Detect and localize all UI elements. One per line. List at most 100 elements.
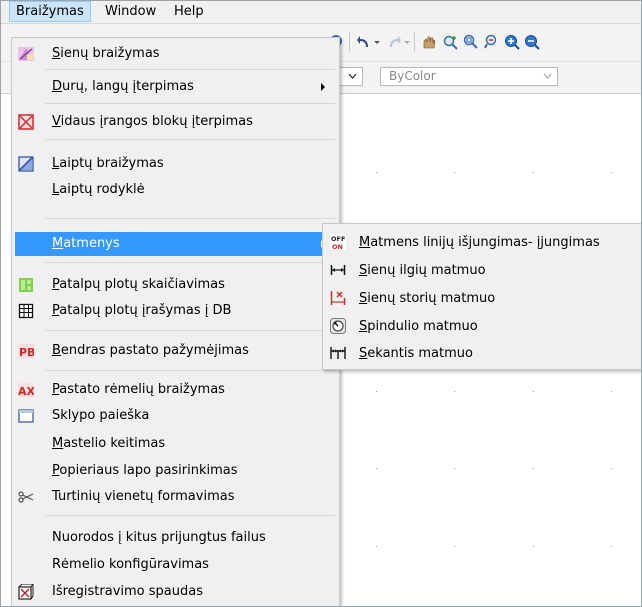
menu-item-remelio-konfiguravimas[interactable]: Rėmelio konfigūravimas [15,553,335,577]
menu-item-laiptu-braizymas[interactable]: Laiptų braižymas [15,152,335,176]
menu-window[interactable]: Window [99,1,162,22]
zoom-out-icon[interactable] [524,34,540,50]
menu-separator [45,139,335,140]
menu-braizymas[interactable]: Braižymas [9,1,91,22]
submenu-item-sienu-ilgiu-matmuo[interactable]: Sienų ilgių matmuo [326,257,638,284]
matmenys-submenu: OFF ON Matmens linijų išjungimas- įjungim… [322,223,641,370]
submenu-item-sienu-storiu-matmuo[interactable]: Sienų storių matmuo [326,285,638,312]
menu-item-vidaus-irangos-bloku-iterpimas[interactable]: Vidaus įrangos blokų įterpimas [15,110,335,134]
grid-dot [611,546,612,547]
undo-icon[interactable] [356,34,372,50]
grid-dot [454,391,455,392]
menu-item-isregistravimo-spaudas[interactable]: Išregistravimo spaudas [15,580,335,604]
grid-dot [376,391,377,392]
menu-item-patalpu-plotu-irasymas[interactable]: Patalpų plotų įrašymas į DB [15,299,335,323]
toolbar-separator [414,32,415,52]
grid-dot [454,546,455,547]
window-icon [18,409,34,423]
menu-item-patalpu-plotu-skaiciavimas[interactable]: Patalpų plotų skaičiavimas [15,273,335,297]
continue-dimension-icon [330,347,346,359]
submenu-item-spindulio-matmuo[interactable]: Spindulio matmuo [326,313,638,340]
submenu-item-sekantis-matmuo[interactable]: Sekantis matmuo [326,340,638,367]
menu-item-label: urų, langų įterpimas [62,79,194,94]
menu-item-label: ienų braižymas [60,46,160,61]
menu-item-label: atalpų plotų skaičiavimas [59,277,225,292]
menu-item-pastato-remeliu-braizymas[interactable]: AX Pastato rėmelių braižymas [15,378,335,402]
zoom-realtime-icon[interactable] [443,34,459,50]
zoom-in-icon[interactable] [504,34,520,50]
color-dropdown[interactable]: ByColor [380,67,558,86]
toolbar-separator [349,32,350,52]
menu-separator [45,69,335,70]
grid-dot [533,391,534,392]
redo-dropdown-icon[interactable] [403,34,411,50]
wall-drawing-icon [18,47,34,61]
submenu-item-label: pindulio matmuo [367,319,478,334]
menu-item-label: Sklypo paieška [52,408,150,423]
submenu-item-label: ienų storių matmuo [367,291,496,306]
off-on-icon: OFFON [330,234,346,250]
stairs-icon [18,156,34,172]
menu-separator [45,103,335,104]
menu-braizymas-label: Braižymas [16,4,84,19]
menu-item-label: aiptų braižymas [59,156,164,171]
svg-text:AX: AX [18,385,34,398]
zoom-window-icon[interactable] [463,34,479,50]
scissors-icon [18,491,34,503]
thickness-dimension-icon [330,291,346,305]
zoom-previous-magnifier-icon[interactable] [484,34,500,50]
equipment-block-icon [18,114,34,130]
grid-dot [611,468,612,469]
accelerator-key: B [52,343,61,358]
menu-item-label: opieriaus lapo pasirinkimas [59,463,238,478]
menu-item-label: aiptų rodyklė [59,182,145,197]
stamp-icon [18,584,34,600]
ax-icon: AX [18,383,34,398]
menu-item-label: atalpų plotų įrašymas į DB [59,303,232,318]
grid-table-icon [18,303,34,319]
menu-item-popieriaus-lapo-pasirinkimas[interactable]: Popieriaus lapo pasirinkimas [15,459,335,483]
grid-dot [611,391,612,392]
menubar: Braižymas Window Help [1,1,641,24]
braizymas-dropdown-menu: Sienų braižymas Durų, langų įterpimas Vi… [11,37,340,606]
menu-item-mastelio-keitimas[interactable]: Mastelio keitimas [15,432,335,456]
menu-item-sklypo-paieska[interactable]: Sklypo paieška [15,404,335,428]
undo-dropdown-icon[interactable] [373,34,381,50]
area-calc-icon [19,278,33,292]
submenu-item-label: ekantis matmuo [367,346,473,361]
chevron-down-icon [543,73,552,79]
menu-item-duru-langu-iterpimas[interactable]: Durų, langų įterpimas [15,75,335,99]
menu-item-laiptu-rodykle[interactable]: Laiptų rodyklė [15,178,335,202]
linear-dimension-icon [330,265,346,275]
menu-help[interactable]: Help [168,1,210,22]
menu-item-nuorodos[interactable]: Nuorodos į kitus prijungtus failus [15,526,335,550]
redo-icon[interactable] [386,34,402,50]
grid-dot [533,172,534,173]
submenu-item-label: ienų ilgių matmuo [367,263,486,278]
grid-dot [533,546,534,547]
grid-dot [376,172,377,173]
menu-item-turtiniu-vienetu-formavimas[interactable]: Turtinių vienetų formavimas [15,485,335,509]
menu-item-sienu-braizymas[interactable]: Sienų braižymas [15,42,335,66]
svg-text:OFF: OFF [331,235,345,243]
menu-help-label: Help [174,4,204,19]
menu-item-matmenys[interactable]: Matmenys [15,232,335,256]
accelerator-key: M [52,436,64,451]
grid-dot [376,546,377,547]
menu-separator [45,218,335,219]
application-window: Braižymas Window Help ByColor Sienų brai… [0,0,642,607]
menu-item-label: endras pastato pažymėjimas [60,343,249,358]
menu-separator [45,370,335,371]
submenu-item-matmens-liniju[interactable]: OFF ON Matmens linijų išjungimas- įjungim… [326,229,638,256]
menu-item-label: astelio keitimas [63,436,166,451]
menu-item-label: atmenys [63,236,120,251]
menu-item-label: Turtinių vienetų formavimas [52,489,235,504]
radius-dimension-icon [330,318,346,334]
grid-dot [376,468,377,469]
grid-dot [533,468,534,469]
accelerator-key: D [52,79,63,94]
menu-item-label: idaus įrangos blokų įterpimas [60,114,253,129]
menu-item-label: Nuorodos į kitus prijungtus failus [52,530,266,545]
pan-realtime-icon[interactable] [421,34,437,50]
menu-item-bendras-pastato-pazymejimas[interactable]: PB Bendras pastato pažymėjimas [15,339,335,363]
